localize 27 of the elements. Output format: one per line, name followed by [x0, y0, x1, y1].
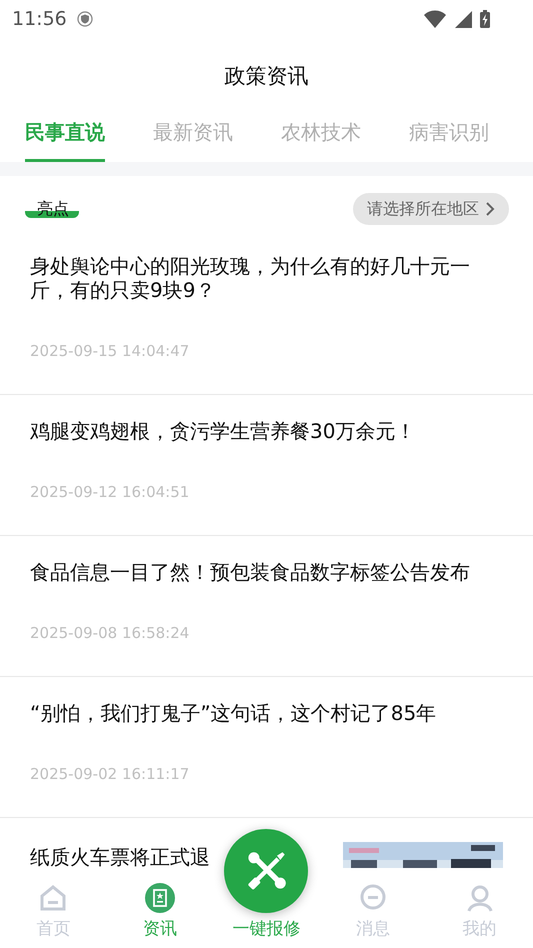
- wifi-icon: [423, 9, 447, 29]
- article-title[interactable]: 纸质火车票将正式退: [30, 844, 210, 870]
- shield-icon: [76, 11, 93, 27]
- article-date: 2025-09-08 16:58:24: [30, 624, 190, 642]
- home-icon: [38, 883, 68, 913]
- article-title[interactable]: 食品信息一目了然！预包装食品数字标签公告发布: [30, 560, 483, 584]
- document-icon: [144, 883, 175, 913]
- chevron-right-icon: [485, 201, 495, 217]
- signal-icon: [453, 9, 473, 29]
- category-tab[interactable]: 病害识别: [409, 114, 489, 162]
- article-date: 2025-09-15 14:04:47: [30, 342, 190, 360]
- page-title: 政策资讯: [224, 63, 308, 90]
- nav-tab[interactable]: 消息: [320, 883, 426, 940]
- status-time: 11:56: [12, 8, 67, 30]
- article-date: 2025-09-02 16:11:17: [30, 765, 190, 783]
- nav-tab[interactable]: 我的: [426, 883, 533, 940]
- article-title[interactable]: “别怕，我们打鬼子”这句话，这个村记了85年: [30, 701, 483, 725]
- article-title[interactable]: 身处舆论中心的阳光玫瑰，为什么有的好几十元一斤，有的只卖9块9？: [30, 254, 483, 302]
- user-icon: [464, 883, 495, 913]
- nav-tab[interactable]: 资讯: [106, 883, 214, 940]
- region-select-button[interactable]: 请选择所在地区: [353, 193, 509, 225]
- article-title[interactable]: 鸡腿变鸡翅根，贪污学生营养餐30万余元！: [30, 419, 483, 443]
- battery-icon: [479, 9, 491, 29]
- nav-tab[interactable]: 首页: [0, 883, 107, 940]
- article-date: 2025-09-12 16:04:51: [30, 483, 190, 501]
- category-tab[interactable]: 农林技术: [281, 114, 361, 162]
- category-tab[interactable]: 最新资讯: [153, 114, 233, 162]
